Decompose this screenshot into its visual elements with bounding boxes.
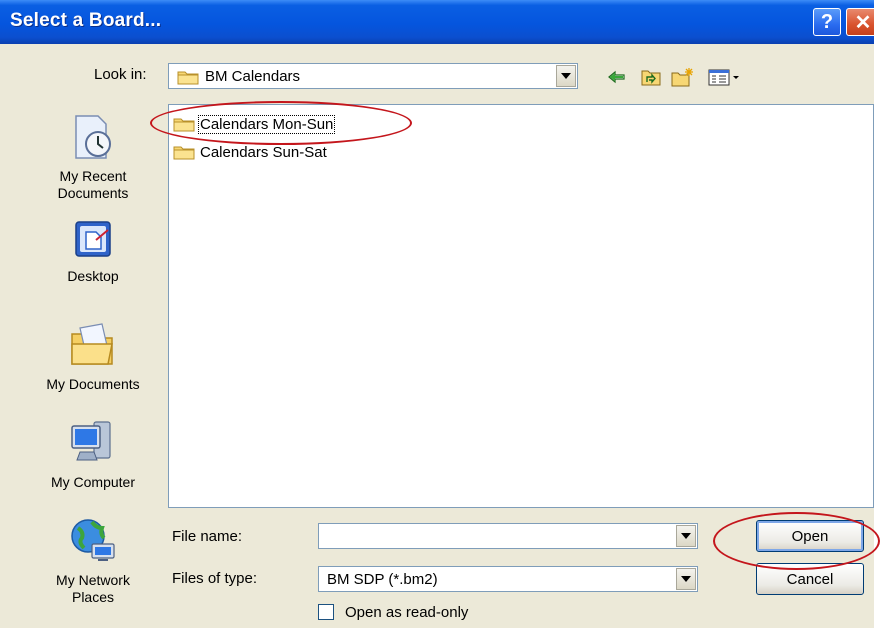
help-button[interactable]: ? [813,8,841,36]
cancel-button[interactable]: Cancel [756,563,864,595]
place-my-network-places[interactable]: My Network Places [30,516,156,606]
cancel-button-label: Cancel [786,570,834,588]
my-computer-icon [68,418,118,468]
place-label: My Computer [50,474,136,490]
file-name-text: Calendars Mon-Sun [197,114,336,134]
file-name-input[interactable] [322,525,672,547]
close-button[interactable]: ✕ [846,8,874,36]
up-folder-icon [641,70,661,86]
look-in-label: Look in: [94,66,147,83]
look-in-dropdown[interactable]: BM Calendars [168,63,578,89]
file-type-label: Files of type: [172,570,258,587]
up-folder-button[interactable] [638,66,664,88]
place-label: Desktop [67,268,119,284]
place-my-computer[interactable]: My Computer [30,418,156,491]
place-my-documents[interactable]: My Documents [30,320,156,393]
read-only-label: Open as read-only [345,604,469,621]
views-menu-button[interactable] [706,66,746,88]
read-only-checkbox[interactable] [318,604,334,620]
title-bar[interactable]: Select a Board... ? ✕ [0,0,874,44]
chevron-down-icon [561,73,571,79]
file-name-text: Calendars Sun-Sat [200,143,327,161]
file-name-combo[interactable] [318,523,698,549]
place-label: My Recent Documents [57,168,129,201]
new-folder-icon [671,68,693,87]
select-board-dialog: Select a Board... ? ✕ Look in: BM Calend… [0,0,874,628]
folder-icon [173,118,195,132]
my-documents-icon [68,320,118,370]
list-item[interactable]: Calendars Mon-Sun [173,113,336,135]
open-button[interactable]: Open [756,520,864,552]
place-my-recent-documents[interactable]: My Recent Documents [30,112,156,202]
back-arrow-icon [608,70,625,84]
list-item[interactable]: Calendars Sun-Sat [173,141,328,163]
file-name-label: File name: [172,528,243,545]
desktop-icon [68,218,118,262]
help-icon: ? [820,10,834,33]
file-type-value: BM SDP (*.bm2) [327,571,438,588]
open-button-label: Open [791,527,829,545]
look-in-value: BM Calendars [205,68,301,85]
file-type-dropdown-button[interactable] [676,568,696,590]
close-icon: ✕ [854,11,872,34]
look-in-dropdown-button[interactable] [556,65,576,87]
file-name-dropdown-button[interactable] [676,525,696,547]
chevron-down-icon [681,576,691,582]
folder-icon [173,146,195,160]
chevron-down-icon [681,533,691,539]
new-folder-button[interactable] [670,66,696,88]
views-menu-icon [708,69,739,86]
window-title: Select a Board... [10,10,162,31]
place-desktop[interactable]: Desktop [30,218,156,285]
recent-documents-icon [68,112,118,162]
folder-icon [177,69,199,89]
file-type-dropdown[interactable]: BM SDP (*.bm2) [318,566,698,592]
network-places-icon [68,516,118,566]
file-list[interactable]: Calendars Mon-Sun Calendars Sun-Sat [168,104,874,508]
place-label: My Network Places [56,572,130,605]
back-button[interactable] [604,66,630,88]
place-label: My Documents [46,376,140,392]
